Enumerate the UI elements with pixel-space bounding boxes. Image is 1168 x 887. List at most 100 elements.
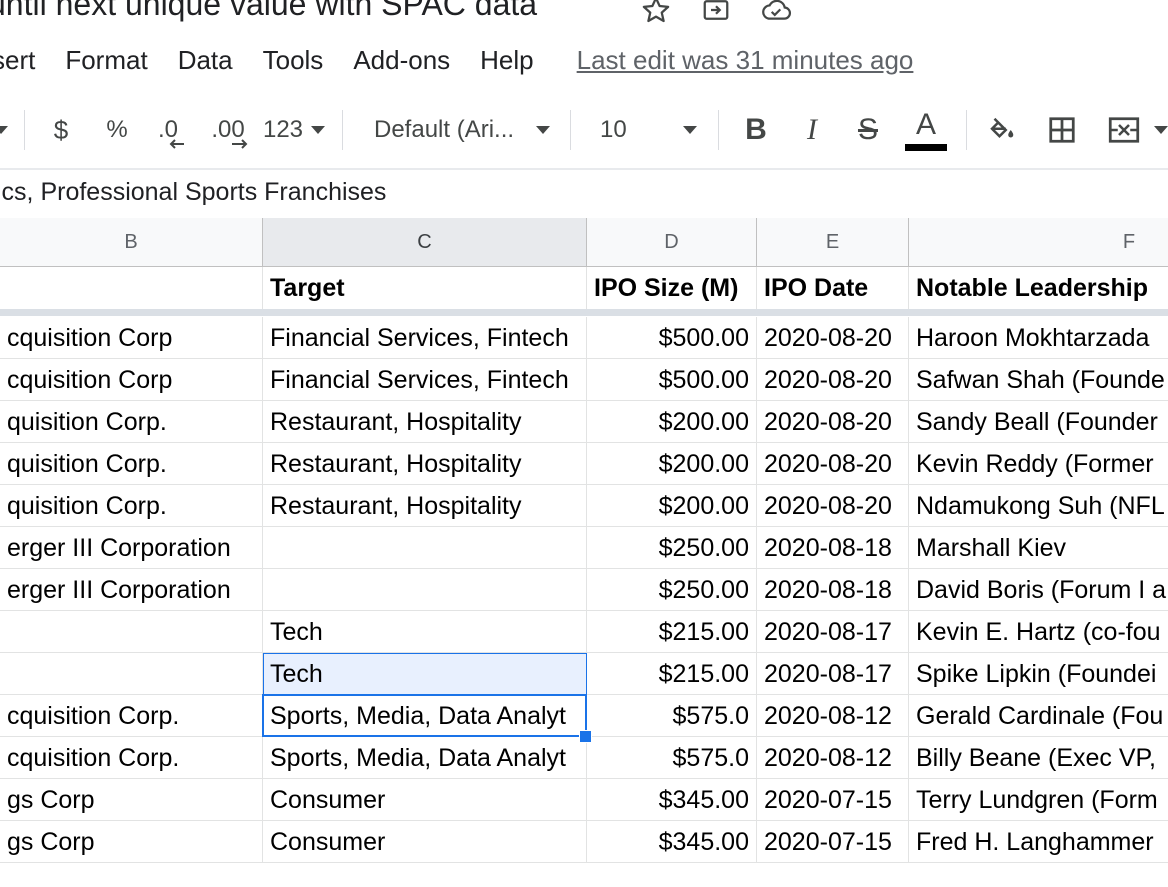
cell-c[interactable]: Consumer [263,821,587,863]
cell-e[interactable]: 2020-08-20 [757,401,909,443]
cell-c[interactable]: Sports, Media, Data Analyt [263,737,587,779]
cell-d[interactable]: $500.00 [587,359,757,401]
cell-e[interactable]: 2020-08-12 [757,695,909,737]
cell-b[interactable]: quisition Corp. [0,401,263,443]
cell-c[interactable]: Financial Services, Fintech [263,359,587,401]
format-percent-button[interactable]: % [100,92,134,168]
cell-b[interactable] [0,611,263,653]
bold-button[interactable]: B [740,92,772,168]
cell-e[interactable]: 2020-07-15 [757,779,909,821]
cell-b[interactable]: erger III Corporation [0,527,263,569]
borders-icon[interactable] [1044,92,1080,168]
cell-d[interactable]: $500.00 [587,317,757,359]
menu-format[interactable]: Format [50,45,162,76]
cell-b[interactable]: cquisition Corp. [0,737,263,779]
star-icon[interactable] [640,0,672,26]
cell-c[interactable]: Consumer [263,779,587,821]
zoom-dropdown-caret[interactable] [0,92,8,168]
cell-b[interactable]: erger III Corporation [0,569,263,611]
cell-f[interactable]: Fred H. Langhammer [909,821,1168,863]
cell-d[interactable]: $575.0 [587,737,757,779]
cell-e[interactable]: 2020-07-15 [757,821,909,863]
menu-data[interactable]: Data [163,45,248,76]
fill-handle[interactable] [579,730,592,743]
cell-d[interactable]: $200.00 [587,485,757,527]
cell-f[interactable]: Marshall Kiev [909,527,1168,569]
cell-f[interactable]: Terry Lundgren (Form [909,779,1168,821]
fill-color-icon[interactable] [984,92,1020,168]
last-edit-link[interactable]: Last edit was 31 minutes ago [577,45,914,76]
header-cell-notable-leadership[interactable]: Notable Leadership [909,267,1168,309]
more-formats-dropdown[interactable]: 123 [262,92,326,168]
menu-help[interactable]: Help [465,45,548,76]
cell-b[interactable]: cquisition Corp. [0,695,263,737]
font-size-dropdown[interactable]: 10 [600,92,704,168]
merge-cells-icon[interactable] [1104,92,1144,168]
document-title[interactable]: until next unique value with SPAC data [0,0,537,23]
cell-e[interactable]: 2020-08-17 [757,611,909,653]
cell-b[interactable]: quisition Corp. [0,485,263,527]
cell-f[interactable]: Ndamukong Suh (NFL [909,485,1168,527]
font-family-dropdown[interactable]: Default (Ari... [374,92,554,168]
cell-c[interactable] [263,569,587,611]
cell-b[interactable]: cquisition Corp [0,359,263,401]
cell-c[interactable]: Sports, Media, Data Analyt [263,695,587,737]
cell-e[interactable]: 2020-08-17 [757,653,909,695]
cell-c[interactable]: Restaurant, Hospitality [263,485,587,527]
move-to-folder-icon[interactable] [700,0,732,26]
cell-e[interactable]: 2020-08-20 [757,359,909,401]
column-header-c[interactable]: C [263,218,587,266]
cell-c[interactable]: Restaurant, Hospitality [263,401,587,443]
strikethrough-button[interactable]: S [852,92,884,168]
cell-e[interactable]: 2020-08-18 [757,569,909,611]
cell-e[interactable]: 2020-08-20 [757,443,909,485]
increase-decimal-button[interactable]: .00 [206,92,250,168]
menu-tools[interactable]: Tools [248,45,339,76]
column-header-f[interactable]: F [909,218,1168,266]
cell-d[interactable]: $345.00 [587,821,757,863]
header-cell-ipo-size[interactable]: IPO Size (M) [587,267,757,309]
cell-f[interactable]: Gerald Cardinale (Fou [909,695,1168,737]
menu-insert[interactable]: sert [0,45,50,76]
cell-d[interactable]: $200.00 [587,401,757,443]
column-header-e[interactable]: E [757,218,909,266]
decrease-decimal-button[interactable]: .0 [150,92,186,168]
formula-bar[interactable]: ics, Professional Sports Franchises [0,170,1168,219]
cell-f[interactable]: David Boris (Forum I a [909,569,1168,611]
cell-d[interactable]: $250.00 [587,569,757,611]
cell-f[interactable]: Sandy Beall (Founder [909,401,1168,443]
cell-c[interactable]: Restaurant, Hospitality [263,443,587,485]
format-currency-button[interactable]: $ [44,92,78,168]
more-toolbar-caret[interactable] [1154,92,1168,168]
header-cell-b[interactable] [0,267,263,309]
cell-f[interactable]: Billy Beane (Exec VP, [909,737,1168,779]
cell-d[interactable]: $200.00 [587,443,757,485]
cell-f[interactable]: Safwan Shah (Founde [909,359,1168,401]
cell-b[interactable]: cquisition Corp [0,317,263,359]
formula-bar-value[interactable]: ics, Professional Sports Franchises [0,178,386,207]
column-header-d[interactable]: D [587,218,757,266]
header-cell-ipo-date[interactable]: IPO Date [757,267,909,309]
frozen-row-divider[interactable] [0,309,1168,316]
cell-b[interactable]: gs Corp [0,779,263,821]
cell-f[interactable]: Kevin E. Hartz (co-fou [909,611,1168,653]
header-cell-target[interactable]: Target [263,267,587,309]
cell-f[interactable]: Haroon Mokhtarzada [909,317,1168,359]
cell-e[interactable]: 2020-08-12 [757,737,909,779]
cell-d[interactable]: $250.00 [587,527,757,569]
cell-d[interactable]: $345.00 [587,779,757,821]
cell-c[interactable]: Financial Services, Fintech [263,317,587,359]
text-color-button[interactable]: A [904,92,948,168]
cell-c[interactable]: Tech [263,611,587,653]
cell-b[interactable]: quisition Corp. [0,443,263,485]
cell-e[interactable]: 2020-08-20 [757,317,909,359]
cloud-saved-icon[interactable] [760,0,792,26]
cell-b[interactable] [0,653,263,695]
column-header-b[interactable]: B [0,218,263,266]
cell-d[interactable]: $215.00 [587,653,757,695]
cell-e[interactable]: 2020-08-18 [757,527,909,569]
cell-b[interactable]: gs Corp [0,821,263,863]
cell-c[interactable] [263,527,587,569]
cell-d[interactable]: $575.0 [587,695,757,737]
cell-d[interactable]: $215.00 [587,611,757,653]
